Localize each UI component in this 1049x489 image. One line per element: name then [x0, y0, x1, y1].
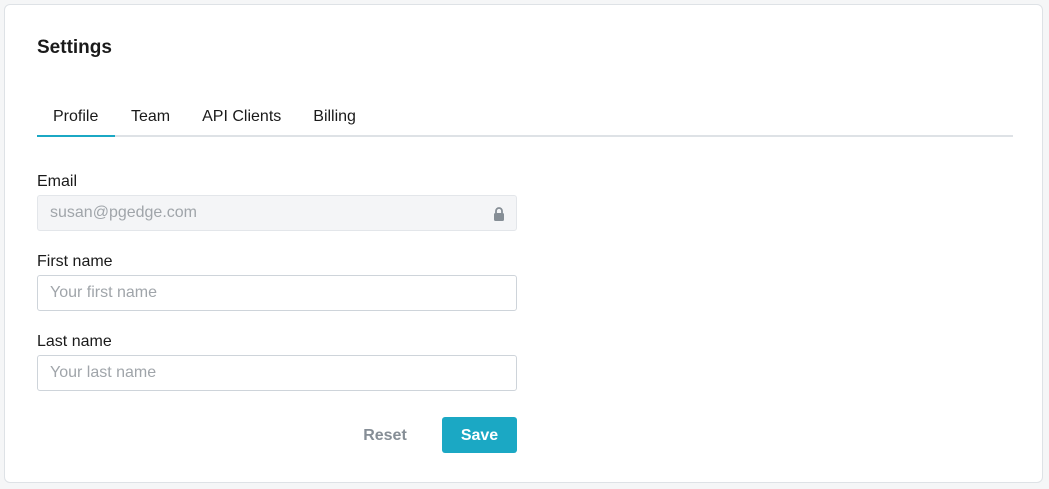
save-button[interactable]: Save: [442, 417, 517, 453]
tab-billing[interactable]: Billing: [297, 100, 372, 135]
tab-api-clients[interactable]: API Clients: [186, 100, 297, 135]
last-name-field[interactable]: [38, 356, 516, 390]
email-field: [38, 196, 516, 230]
first-name-field[interactable]: [38, 276, 516, 310]
settings-card: Settings Profile Team API Clients Billin…: [4, 4, 1043, 483]
first-name-label: First name: [37, 253, 113, 270]
tab-profile[interactable]: Profile: [37, 100, 115, 137]
page-title: Settings: [37, 37, 112, 58]
reset-button[interactable]: Reset: [341, 417, 429, 453]
email-field-wrapper: [37, 195, 517, 231]
last-name-field-wrapper: [37, 355, 517, 391]
lock-icon: [494, 207, 504, 221]
last-name-label: Last name: [37, 333, 112, 350]
tab-bar: Profile Team API Clients Billing: [37, 100, 1013, 137]
first-name-field-wrapper: [37, 275, 517, 311]
tab-team[interactable]: Team: [115, 100, 186, 135]
email-label: Email: [37, 173, 78, 190]
